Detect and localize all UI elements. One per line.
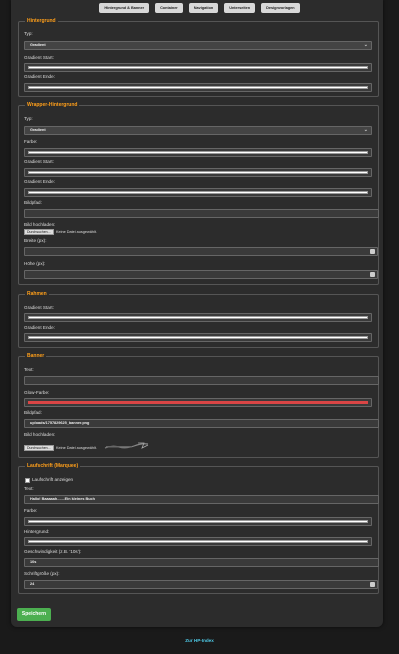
farbe-label: Farbe:: [24, 139, 38, 144]
gradient-ende-color[interactable]: [24, 83, 372, 92]
tab-hintergrund-banner[interactable]: Hintergrund & Banner: [99, 3, 150, 13]
typ-label: Typ:: [24, 31, 33, 36]
color-swatch: [28, 401, 368, 404]
file-browse-button[interactable]: Durchsuchen...: [24, 445, 54, 451]
section-title: Banner: [25, 353, 47, 360]
color-swatch: [28, 66, 368, 69]
banner-text-label: Text:: [24, 367, 34, 372]
gradient-start-color[interactable]: [24, 313, 372, 322]
laufschrift-checkbox-label: Laufschrift anzeigen: [32, 477, 74, 482]
tab-bar: Hintergrund & Banner Container Navigatio…: [0, 3, 399, 13]
banner-preview-image: [104, 442, 149, 449]
color-swatch: [28, 520, 368, 523]
gradient-start-color[interactable]: [24, 168, 372, 177]
breite-input[interactable]: [24, 247, 378, 256]
section-banner: Banner: [18, 353, 379, 458]
gradient-ende-label: Gradient Ende:: [24, 179, 55, 184]
gradient-ende-color[interactable]: [24, 188, 372, 197]
gradient-ende-label: Gradient Ende:: [24, 74, 55, 79]
color-swatch: [28, 171, 368, 174]
laufschrift-text-label: Text:: [24, 486, 34, 491]
color-swatch: [28, 191, 368, 194]
tab-container[interactable]: Container: [155, 3, 183, 13]
gradient-ende-label: Gradient Ende:: [24, 325, 55, 330]
section-title: Rahmen: [25, 291, 49, 298]
number-spinner-icon[interactable]: [370, 582, 375, 587]
section-title: Laufschrift (Marquee): [25, 463, 81, 470]
tab-unterseiten[interactable]: Unterseiten: [224, 3, 256, 13]
chevron-down-icon: ⌄: [363, 127, 368, 133]
glow-farbe-color[interactable]: [24, 398, 372, 407]
schriftgroesse-input[interactable]: 24: [24, 580, 378, 589]
upload-label: Bild hochladen:: [24, 432, 56, 437]
number-spinner-icon[interactable]: [370, 249, 375, 254]
tab-navigation[interactable]: Navigation: [188, 3, 219, 13]
glow-farbe-label: Glow-Farbe:: [24, 390, 50, 395]
hp-index-link[interactable]: Zur HP-Index: [0, 638, 399, 643]
breite-label: Breite (px):: [24, 238, 47, 243]
farbe-color[interactable]: [24, 148, 372, 157]
typ-select[interactable]: Gradient ⌄: [24, 41, 372, 50]
bildpfad-input[interactable]: uploads/1757829625_banner.png: [24, 419, 379, 428]
schriftgroesse-value: 24: [30, 582, 35, 586]
upload-label: Bild hochladen:: [24, 222, 56, 227]
file-status-text: Keine Datei ausgewählt.: [56, 230, 97, 234]
section-laufschrift: Laufschrift (Marquee): [18, 463, 379, 594]
hoehe-label: Höhe (px):: [24, 261, 46, 266]
section-title: Hintergrund: [25, 18, 58, 25]
typ-value: Gradient: [30, 128, 46, 132]
file-browse-button[interactable]: Durchsuchen...: [24, 229, 54, 235]
file-status-text: Keine Datei ausgewählt.: [56, 446, 97, 450]
save-button[interactable]: Speichern: [17, 608, 51, 621]
color-swatch: [28, 86, 368, 89]
typ-value: Gradient: [30, 43, 46, 47]
section-title: Wrapper-Hintergrund: [25, 102, 80, 109]
bildpfad-input[interactable]: [24, 209, 379, 218]
color-swatch: [28, 151, 368, 154]
schriftgroesse-label: Schriftgröße (px):: [24, 571, 60, 576]
color-swatch: [28, 540, 368, 543]
number-spinner-icon[interactable]: [370, 272, 375, 277]
laufschrift-checkbox[interactable]: [25, 478, 30, 483]
typ-select[interactable]: Gradient ⌄: [24, 126, 372, 135]
farbe-label: Farbe:: [24, 508, 38, 513]
hintergrund-color[interactable]: [24, 537, 372, 546]
chevron-down-icon: ⌄: [363, 42, 368, 48]
hoehe-input[interactable]: [24, 270, 378, 279]
gradient-start-color[interactable]: [24, 63, 372, 72]
gradient-start-label: Gradient Start:: [24, 159, 54, 164]
color-swatch: [28, 316, 368, 319]
geschwindigkeit-input[interactable]: 10s: [24, 558, 379, 567]
bildpfad-label: Bildpfad:: [24, 200, 42, 205]
hintergrund-label: Hintergrund:: [24, 529, 50, 534]
farbe-color[interactable]: [24, 517, 372, 526]
gradient-ende-color[interactable]: [24, 333, 372, 342]
tab-designvorlagen[interactable]: Designvorlagen: [261, 3, 300, 13]
gradient-start-label: Gradient Start:: [24, 55, 54, 60]
color-swatch: [28, 336, 368, 339]
laufschrift-text-input[interactable]: Hallo! Baaaaah.......Ein kleines Buch: [24, 495, 379, 504]
gradient-start-label: Gradient Start:: [24, 305, 54, 310]
typ-label: Typ:: [24, 116, 33, 121]
bildpfad-label: Bildpfad:: [24, 410, 42, 415]
banner-text-input[interactable]: [24, 376, 379, 385]
geschwindigkeit-label: Geschwindigkeit (z.B. '10s'):: [24, 549, 82, 554]
